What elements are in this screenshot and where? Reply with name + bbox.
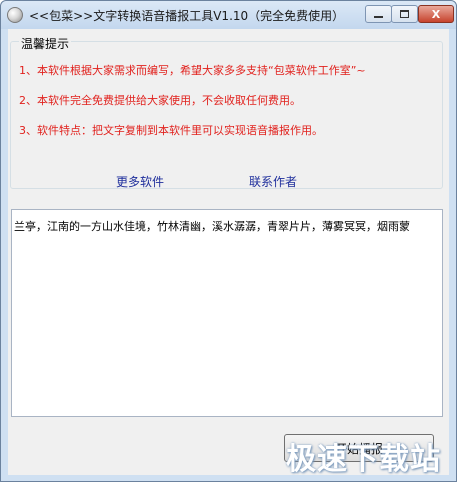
app-window: <<包菜>>文字转换语音播报工具V1.10（完全免费使用） X 温馨提示 1、本… — [0, 0, 457, 482]
notice-group: 温馨提示 1、本软件根据大家需求而编写，希望大家多多支持“包菜软件工作室”~ 2… — [10, 35, 443, 189]
notice-line-3: 3、软件特点：把文字复制到本软件里可以实现语音播报作用。 — [19, 124, 323, 137]
title-bar[interactable]: <<包菜>>文字转换语音播报工具V1.10（完全免费使用） X — [1, 1, 456, 29]
maximize-button[interactable] — [391, 5, 418, 23]
close-icon: X — [431, 7, 441, 21]
notice-line-2: 2、本软件完全免费提供给大家使用，不会收取任何费用。 — [19, 94, 301, 107]
minimize-icon — [374, 16, 383, 18]
app-logo-icon — [7, 7, 23, 23]
client-area: 温馨提示 1、本软件根据大家需求而编写，希望大家多多支持“包菜软件工作室”~ 2… — [8, 29, 449, 475]
more-software-link[interactable]: 更多软件 — [116, 173, 164, 190]
window-title: <<包菜>>文字转换语音播报工具V1.10（完全免费使用） — [29, 9, 345, 23]
close-button[interactable]: X — [418, 5, 454, 23]
text-input-content: 兰亭，江南的一方山水佳境，竹林清幽，溪水潺潺，青翠片片，薄雾冥冥，烟雨蒙 — [14, 220, 410, 233]
notice-group-title: 温馨提示 — [19, 35, 72, 52]
notice-line-1: 1、本软件根据大家需求而编写，希望大家多多支持“包菜软件工作室”~ — [19, 64, 366, 77]
maximize-icon — [400, 10, 409, 18]
site-watermark: 极速下载站 — [286, 442, 441, 477]
text-input-area[interactable]: 兰亭，江南的一方山水佳境，竹林清幽，溪水潺潺，青翠片片，薄雾冥冥，烟雨蒙 — [11, 209, 443, 417]
contact-author-link[interactable]: 联系作者 — [249, 173, 297, 190]
minimize-button[interactable] — [365, 5, 392, 23]
